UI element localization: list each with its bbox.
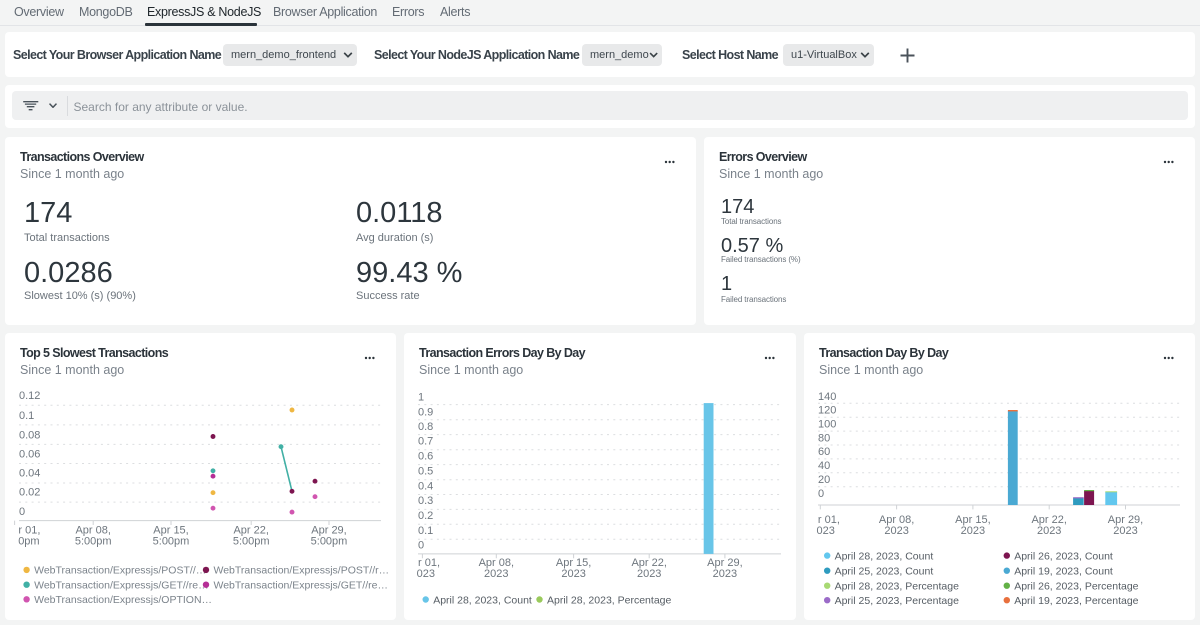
svg-text:WebTransaction/Expressjs/POST/: WebTransaction/Expressjs/POST//… (34, 565, 206, 577)
svg-text:0.1: 0.1 (418, 525, 433, 537)
svg-text:120: 120 (818, 405, 836, 417)
svg-text:0: 0 (19, 506, 25, 518)
svg-text:0pm: 0pm (18, 536, 39, 548)
svg-text:2023: 2023 (637, 568, 661, 580)
svg-text:April 28, 2023, Percentage: April 28, 2023, Percentage (547, 594, 671, 606)
svg-text:WebTransaction/Expressjs/GET//: WebTransaction/Expressjs/GET//re… (34, 579, 208, 591)
svg-text:April 19, 2023, Percentage: April 19, 2023, Percentage (1014, 595, 1138, 607)
svg-text:April 25, 2023, Percentage: April 25, 2023, Percentage (835, 595, 959, 607)
svg-text:100: 100 (818, 419, 836, 431)
svg-text:2023: 2023 (961, 525, 985, 537)
svg-text:0.7: 0.7 (418, 436, 433, 448)
svg-text:2023: 2023 (884, 525, 908, 537)
svg-text:2023: 2023 (561, 568, 585, 580)
svg-text:0.6: 0.6 (418, 451, 433, 463)
svg-text:0.1: 0.1 (19, 410, 34, 422)
svg-text:WebTransaction/Expressjs/GET//: WebTransaction/Expressjs/GET//re… (214, 579, 388, 591)
svg-text:0.04: 0.04 (19, 468, 40, 480)
svg-text:5:00pm: 5:00pm (233, 536, 270, 548)
svg-text:2023: 2023 (1113, 525, 1137, 537)
svg-text:0.9: 0.9 (418, 406, 433, 418)
svg-text:0: 0 (418, 540, 424, 552)
svg-text:0.06: 0.06 (19, 449, 40, 461)
svg-text:0: 0 (818, 488, 824, 500)
svg-text:60: 60 (818, 446, 830, 458)
svg-text:20: 20 (818, 474, 830, 486)
svg-text:40: 40 (818, 460, 830, 472)
svg-text:5:00pm: 5:00pm (75, 536, 112, 548)
svg-text:0.8: 0.8 (418, 421, 433, 433)
svg-text:023: 023 (817, 525, 835, 537)
svg-text:2023: 2023 (484, 568, 508, 580)
svg-text:April 28, 2023, Percentage: April 28, 2023, Percentage (835, 581, 959, 593)
svg-text:140: 140 (818, 391, 836, 403)
svg-text:023: 023 (417, 568, 435, 580)
svg-text:April 19, 2023, Count: April 19, 2023, Count (1014, 566, 1113, 578)
svg-text:0.12: 0.12 (19, 390, 40, 402)
svg-text:0.5: 0.5 (418, 466, 433, 478)
svg-text:5:00pm: 5:00pm (311, 536, 348, 548)
svg-text:0.02: 0.02 (19, 487, 40, 499)
svg-text:WebTransaction/Expressjs/POST/: WebTransaction/Expressjs/POST//r… (214, 565, 390, 577)
svg-text:2023: 2023 (1037, 525, 1061, 537)
svg-text:0.4: 0.4 (418, 480, 433, 492)
svg-text:April 25, 2023, Count: April 25, 2023, Count (835, 566, 934, 578)
svg-text:April 26, 2023, Count: April 26, 2023, Count (1014, 550, 1113, 562)
svg-text:April 26, 2023, Percentage: April 26, 2023, Percentage (1014, 581, 1138, 593)
svg-text:5:00pm: 5:00pm (153, 536, 190, 548)
svg-text:2023: 2023 (713, 568, 737, 580)
svg-text:April 28, 2023, Count: April 28, 2023, Count (433, 594, 532, 606)
svg-text:80: 80 (818, 432, 830, 444)
svg-text:1: 1 (418, 392, 424, 404)
svg-text:0.3: 0.3 (418, 495, 433, 507)
svg-text:0.08: 0.08 (19, 429, 40, 441)
svg-text:April 28, 2023, Count: April 28, 2023, Count (835, 550, 934, 562)
svg-text:WebTransaction/Expressjs/OPTIO: WebTransaction/Expressjs/OPTION… (34, 594, 212, 606)
svg-text:0.2: 0.2 (418, 510, 433, 522)
